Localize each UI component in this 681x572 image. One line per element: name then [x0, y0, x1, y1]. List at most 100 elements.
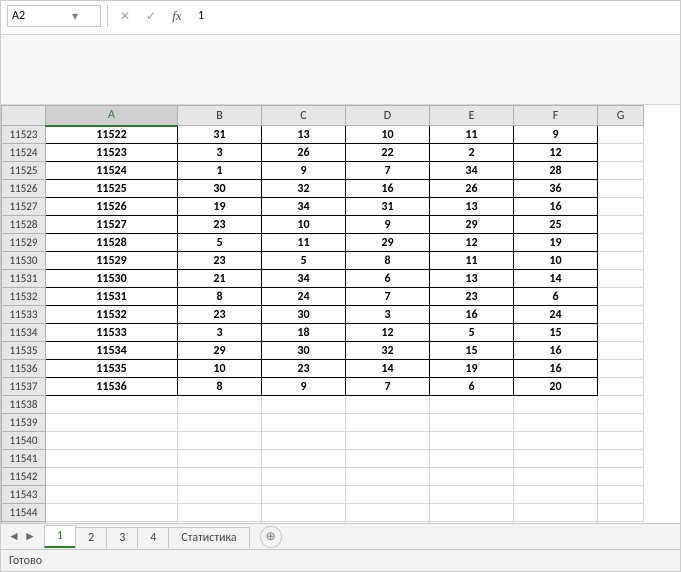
row-header[interactable]: 11540	[2, 432, 46, 450]
cell[interactable]: 13	[262, 126, 346, 144]
cell[interactable]	[178, 414, 262, 432]
cell[interactable]: 12	[430, 234, 514, 252]
sheet-tab[interactable]: 1	[44, 525, 76, 548]
cell[interactable]	[178, 432, 262, 450]
sheet-tab[interactable]: 4	[137, 527, 169, 548]
cell[interactable]: 30	[262, 342, 346, 360]
cell[interactable]	[598, 378, 644, 396]
cell[interactable]	[346, 450, 430, 468]
cell[interactable]: 5	[262, 252, 346, 270]
cell[interactable]: 19	[514, 234, 598, 252]
cell[interactable]: 11532	[46, 306, 178, 324]
cell[interactable]	[598, 324, 644, 342]
cell[interactable]	[262, 450, 346, 468]
cell[interactable]: 10	[514, 252, 598, 270]
cell[interactable]: 11	[430, 252, 514, 270]
cell[interactable]: 25	[514, 216, 598, 234]
select-all-corner[interactable]	[2, 106, 46, 126]
cell[interactable]: 34	[262, 198, 346, 216]
cell[interactable]: 6	[514, 288, 598, 306]
cell[interactable]	[514, 450, 598, 468]
cell[interactable]	[46, 414, 178, 432]
cell[interactable]	[598, 144, 644, 162]
column-header-d[interactable]: D	[346, 106, 430, 126]
column-header-g[interactable]: G	[598, 106, 644, 126]
cell[interactable]: 10	[262, 216, 346, 234]
cell[interactable]: 29	[178, 342, 262, 360]
cell[interactable]: 24	[514, 306, 598, 324]
cell[interactable]: 26	[262, 144, 346, 162]
spreadsheet-grid[interactable]: ABCDEFG115231152231131011911524115233262…	[1, 105, 680, 523]
cancel-button[interactable]: ✕	[114, 5, 136, 27]
cell[interactable]	[430, 396, 514, 414]
cell[interactable]: 23	[178, 252, 262, 270]
cell[interactable]	[598, 414, 644, 432]
cell[interactable]: 11536	[46, 378, 178, 396]
column-header-c[interactable]: C	[262, 106, 346, 126]
cell[interactable]	[430, 432, 514, 450]
cell[interactable]: 11528	[46, 234, 178, 252]
formula-input[interactable]: 1	[192, 5, 674, 27]
cell[interactable]: 30	[262, 306, 346, 324]
cell[interactable]	[598, 162, 644, 180]
column-header-b[interactable]: B	[178, 106, 262, 126]
cell[interactable]	[514, 432, 598, 450]
cell[interactable]: 8	[178, 288, 262, 306]
cell[interactable]: 19	[430, 360, 514, 378]
cell[interactable]: 14	[346, 360, 430, 378]
cell[interactable]: 11533	[46, 324, 178, 342]
cell[interactable]: 1	[178, 162, 262, 180]
cell[interactable]	[598, 234, 644, 252]
row-header[interactable]: 11523	[2, 126, 46, 144]
row-header[interactable]: 11527	[2, 198, 46, 216]
cell[interactable]	[598, 486, 644, 504]
row-header[interactable]: 11532	[2, 288, 46, 306]
row-header[interactable]: 11537	[2, 378, 46, 396]
cell[interactable]	[514, 468, 598, 486]
cell[interactable]	[598, 306, 644, 324]
row-header[interactable]: 11539	[2, 414, 46, 432]
cell[interactable]: 10	[178, 360, 262, 378]
cell[interactable]: 11	[262, 234, 346, 252]
row-header[interactable]: 11524	[2, 144, 46, 162]
name-box[interactable]: A2 ▾	[7, 5, 101, 27]
cell[interactable]: 31	[178, 126, 262, 144]
cell[interactable]	[178, 450, 262, 468]
cell[interactable]	[430, 486, 514, 504]
cell[interactable]: 19	[178, 198, 262, 216]
cell[interactable]: 2	[430, 144, 514, 162]
cell[interactable]	[514, 396, 598, 414]
sheet-tab[interactable]: Статистика	[168, 527, 249, 548]
enter-button[interactable]: ✓	[140, 5, 162, 27]
cell[interactable]: 12	[346, 324, 430, 342]
cell[interactable]: 15	[430, 342, 514, 360]
cell[interactable]: 11523	[46, 144, 178, 162]
column-header-f[interactable]: F	[514, 106, 598, 126]
cell[interactable]	[262, 486, 346, 504]
cell[interactable]: 9	[262, 162, 346, 180]
cell[interactable]	[262, 468, 346, 486]
cell[interactable]	[346, 468, 430, 486]
cell[interactable]: 5	[178, 234, 262, 252]
cell[interactable]: 11525	[46, 180, 178, 198]
cell[interactable]	[430, 504, 514, 522]
row-header[interactable]: 11528	[2, 216, 46, 234]
cell[interactable]: 11522	[46, 126, 178, 144]
row-header[interactable]: 11544	[2, 504, 46, 522]
cell[interactable]: 16	[346, 180, 430, 198]
cell[interactable]	[598, 270, 644, 288]
cell[interactable]: 12	[514, 144, 598, 162]
cell[interactable]: 14	[514, 270, 598, 288]
cell[interactable]: 5	[430, 324, 514, 342]
cell[interactable]: 7	[346, 162, 430, 180]
column-header-e[interactable]: E	[430, 106, 514, 126]
cell[interactable]	[46, 468, 178, 486]
cell[interactable]: 10	[346, 126, 430, 144]
row-header[interactable]: 11536	[2, 360, 46, 378]
cell[interactable]	[598, 252, 644, 270]
cell[interactable]: 32	[262, 180, 346, 198]
tab-nav-prev[interactable]: ◄	[7, 527, 21, 547]
cell[interactable]	[430, 450, 514, 468]
cell[interactable]	[598, 126, 644, 144]
cell[interactable]: 29	[346, 234, 430, 252]
